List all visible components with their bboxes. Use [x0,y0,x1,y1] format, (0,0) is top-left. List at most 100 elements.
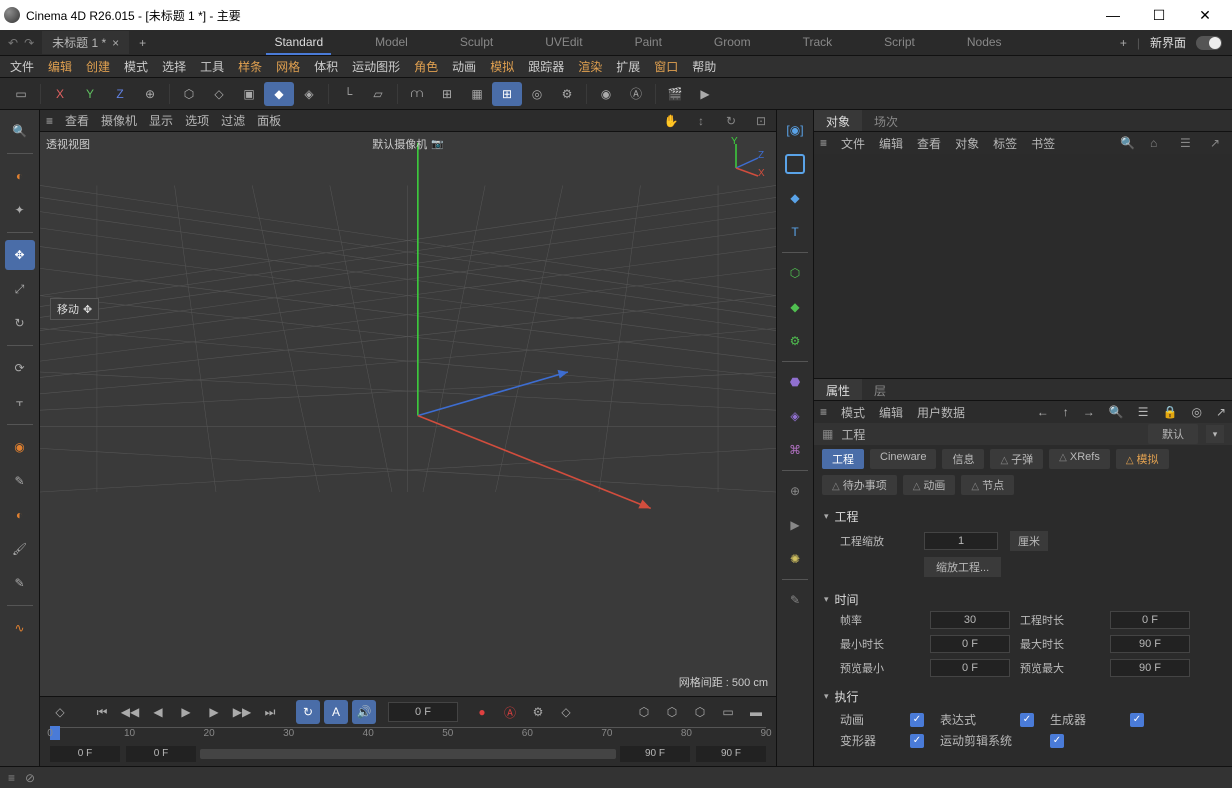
section-time[interactable]: ▾时间 [824,588,1222,611]
attr-tab-待办事项[interactable]: △待办事项 [822,475,897,495]
layout-uvedit[interactable]: UVEdit [537,31,590,55]
points-icon[interactable]: ✦ [5,195,35,225]
zoom-icon[interactable]: ↕ [692,114,710,128]
obj-menu-tags[interactable]: 标签 [993,135,1017,152]
recent-tool[interactable]: ⟳ [5,353,35,383]
attr-menu-userdata[interactable]: 用户数据 [917,404,965,421]
palette-square-icon[interactable] [781,150,809,178]
attr-tab-Cineware[interactable]: Cineware [870,449,936,469]
cube-solid-icon[interactable]: ◆ [264,82,294,106]
nav-up-icon[interactable]: ↑ [1063,405,1069,419]
layout-paint[interactable]: Paint [627,31,670,55]
preset-button[interactable]: 默认 [1148,424,1198,444]
axis-y-icon[interactable]: Y [75,82,105,106]
snap-grid-icon[interactable]: ⊞ [492,82,522,106]
preview-min-field[interactable]: 0 F [930,659,1010,677]
key-pos-icon[interactable]: ⬡ [632,700,656,724]
attr-tab-信息[interactable]: 信息 [942,449,984,469]
current-frame-field[interactable]: 0 F [388,702,458,722]
prev-key-button[interactable]: ◀◀ [118,700,142,724]
attr-tab-XRefs[interactable]: △XRefs [1049,449,1110,469]
vp-menu-options[interactable]: 选项 [185,112,209,129]
menu-角色[interactable]: 角色 [414,58,438,75]
orbit-icon[interactable]: ↻ [722,114,740,128]
gear-icon[interactable]: ⚙ [552,82,582,106]
search-icon[interactable]: 🔍 [1109,405,1124,419]
cube-wire-icon[interactable]: ▣ [234,82,264,106]
autokey-button[interactable]: Ⓐ [498,700,522,724]
exec-anim-check[interactable]: ✓ [910,713,924,727]
grid-icon[interactable]: ▦ [462,82,492,106]
world-axis-icon[interactable]: ⊕ [135,82,165,106]
tab-takes[interactable]: 场次 [862,110,910,131]
key-pla-icon[interactable]: ▬ [744,700,768,724]
hamburger-icon[interactable]: ≡ [8,771,15,785]
goto-marker-icon[interactable]: ◇ [48,700,72,724]
play-button[interactable]: ▶ [174,700,198,724]
menu-网格[interactable]: 网格 [276,58,300,75]
layout-sculpt[interactable]: Sculpt [452,31,501,55]
record-button[interactable]: ● [470,700,494,724]
palette-clone-icon[interactable]: ◆ [781,293,809,321]
clapper-play-icon[interactable]: ▶ [690,82,720,106]
minimize-button[interactable]: — [1090,0,1136,30]
layout-preset-icon[interactable]: ▭ [6,82,36,106]
target-icon[interactable]: ◎ [1191,405,1201,419]
rotate-tool[interactable]: ↻ [5,308,35,338]
circle-target-icon[interactable]: ◎ [522,82,552,106]
filter-icon[interactable]: ☰ [1180,136,1196,150]
select-live-icon[interactable]: ◐ [5,161,35,191]
axis-z-icon[interactable]: Z [105,82,135,106]
palette-camera-icon[interactable]: [◉] [781,116,809,144]
palette-scene-icon[interactable]: ⌘ [781,436,809,464]
next-key-button[interactable]: ▶▶ [230,700,254,724]
brush-tool[interactable]: 🖌 [5,534,35,564]
floor-icon[interactable]: └ [333,82,363,106]
goto-end-button[interactable]: ⏭ [258,700,282,724]
key-selection-icon[interactable]: ◇ [554,700,578,724]
scale-unit-dropdown[interactable]: 厘米 [1010,531,1048,551]
viewport[interactable]: Y Z X 透视视图 默认摄像机📷 网格间距 : 500 cm 移动✥ [40,132,776,696]
menu-工具[interactable]: 工具 [200,58,224,75]
pan-icon[interactable]: ✋ [662,114,680,128]
layout-standard[interactable]: Standard [266,31,331,55]
menu-创建[interactable]: 创建 [86,58,110,75]
menu-帮助[interactable]: 帮助 [692,58,716,75]
new-tab-button[interactable]: + [129,36,156,50]
obj-menu-objects[interactable]: 对象 [955,135,979,152]
key-settings-icon[interactable]: ⚙ [526,700,550,724]
menu-样条[interactable]: 样条 [238,58,262,75]
menu-运动图形[interactable]: 运动图形 [352,58,400,75]
magnet-icon[interactable]: ⩋ [402,82,432,106]
placement-tool[interactable]: ◉ [5,432,35,462]
pen-tool[interactable]: ✎ [5,466,35,496]
palette-render-icon[interactable]: ▶ [781,511,809,539]
maximize-button[interactable]: ☐ [1136,0,1182,30]
layout-track[interactable]: Track [795,31,841,55]
close-icon[interactable]: × [112,36,119,50]
palette-effector-icon[interactable]: ⚙ [781,327,809,355]
menu-文件[interactable]: 文件 [10,58,34,75]
popout-icon[interactable]: ↗ [1210,136,1226,150]
attr-menu-mode[interactable]: 模式 [841,404,865,421]
lock-axis-icon[interactable]: ⫟ [5,387,35,417]
scale-tool[interactable]: ⤢ [5,274,35,304]
search-icon[interactable]: 🔍 [1120,136,1136,150]
popout-icon[interactable]: ↗ [1216,405,1226,419]
menu-模式[interactable]: 模式 [124,58,148,75]
undo-icon[interactable]: ↶ [8,36,18,50]
cube-shade-icon[interactable]: ◈ [294,82,324,106]
key-param-icon[interactable]: ▭ [716,700,740,724]
attr-tab-动画[interactable]: △动画 [903,475,956,495]
palette-edit-icon[interactable]: ✎ [781,586,809,614]
obj-menu-view[interactable]: 查看 [917,135,941,152]
layout-toggle[interactable] [1196,36,1222,50]
menu-动画[interactable]: 动画 [452,58,476,75]
nav-back-icon[interactable]: ← [1037,405,1049,419]
tab-attributes[interactable]: 属性 [814,379,862,400]
a-badge-icon[interactable]: Ⓐ [621,82,651,106]
tab-objects[interactable]: 对象 [814,110,862,131]
max-time-field[interactable]: 90 F [1110,635,1190,653]
min-time-field[interactable]: 0 F [930,635,1010,653]
axis-x-icon[interactable]: X [45,82,75,106]
